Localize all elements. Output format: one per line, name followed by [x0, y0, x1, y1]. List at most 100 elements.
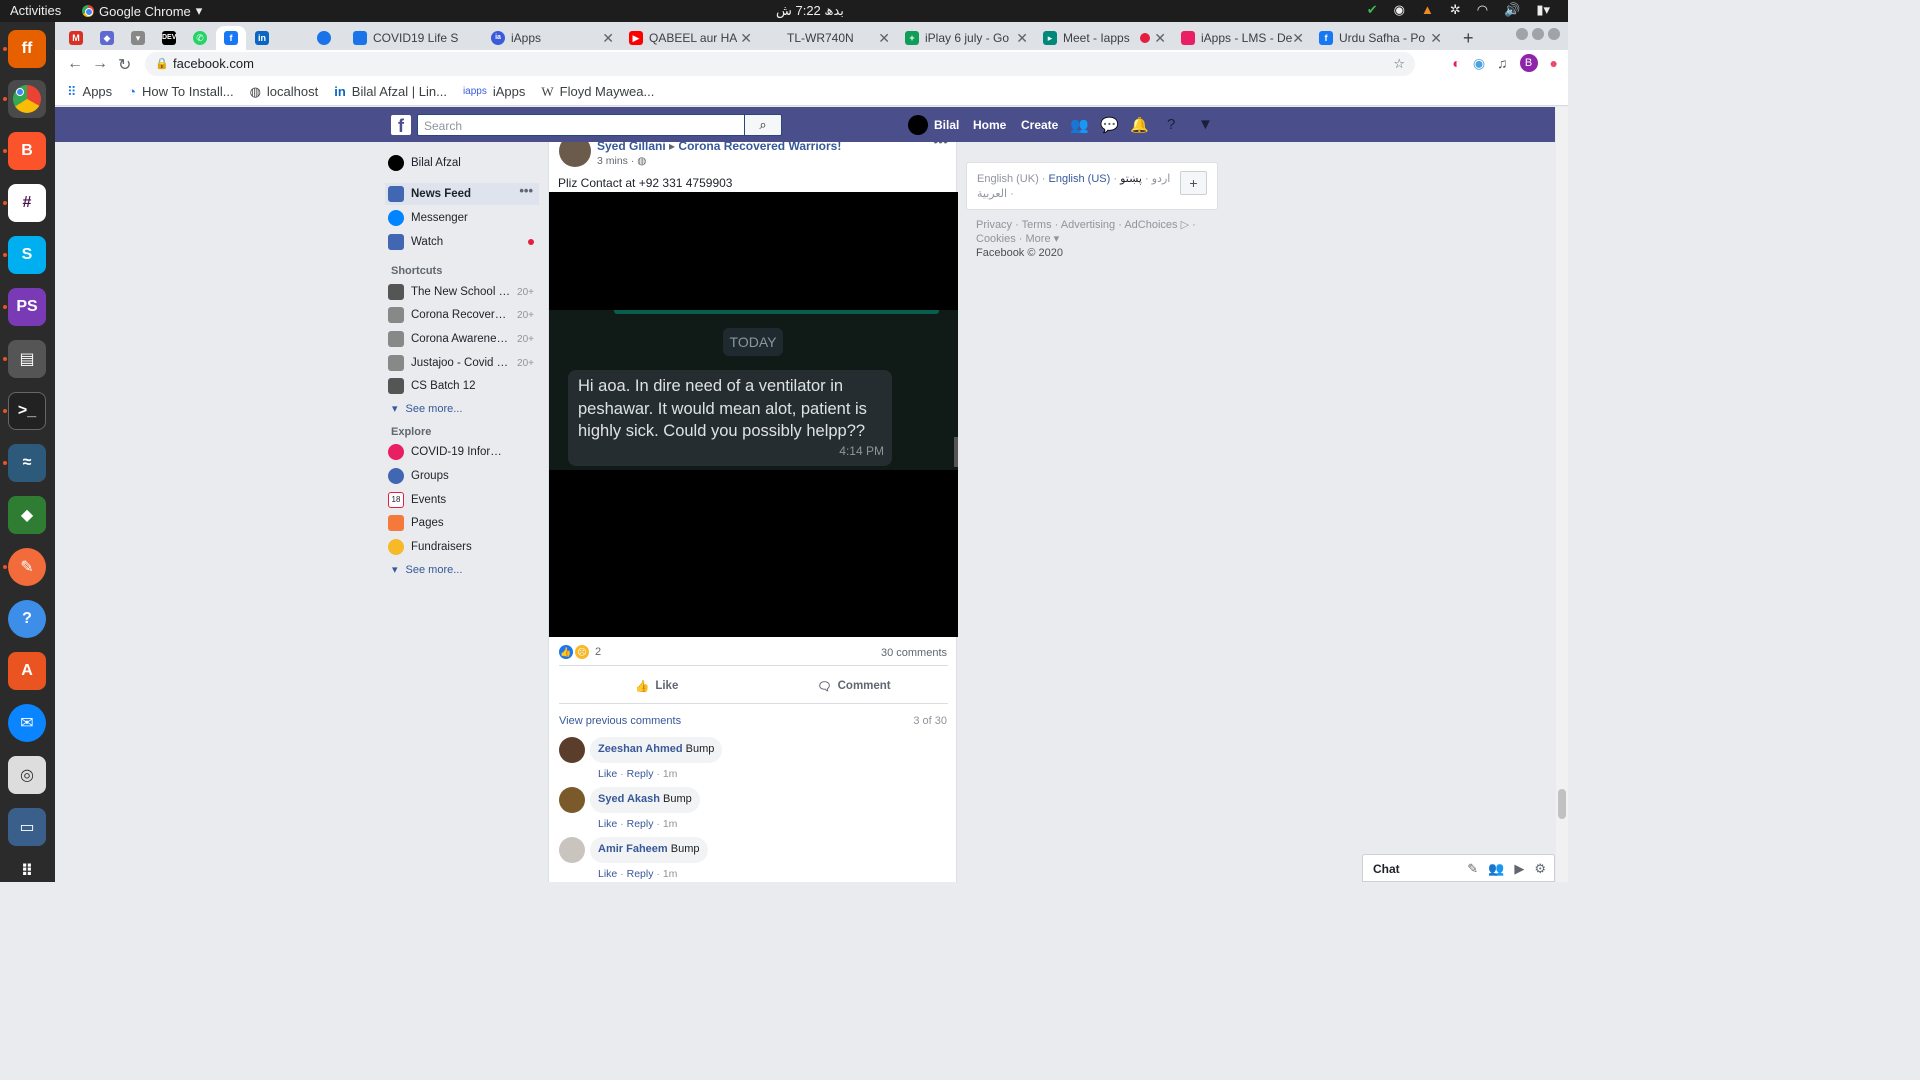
post-author[interactable]: Syed Gillani — [597, 142, 666, 153]
extension-moon-icon[interactable]: ◐ — [1452, 55, 1460, 71]
sidebar-item-profile[interactable]: Bilal Afzal — [388, 152, 540, 174]
settings-gear-icon[interactable]: ⚙ — [1534, 861, 1546, 877]
robo3t-icon[interactable]: ◆ — [8, 496, 46, 534]
commenter-avatar[interactable] — [559, 837, 585, 863]
terminal-icon[interactable]: >_ — [8, 392, 46, 430]
create-link[interactable]: Create — [1021, 107, 1058, 142]
video-call-icon[interactable]: ▶ — [1514, 861, 1524, 877]
lock-icon[interactable]: 🔒 — [155, 52, 169, 76]
new-tab-button[interactable]: + — [1455, 26, 1481, 50]
chat-bar[interactable]: Chat ✎ 👥 ▶ ⚙ — [1362, 854, 1555, 882]
search-input[interactable]: Search — [417, 114, 745, 136]
forward-icon[interactable]: → — [92, 55, 108, 73]
footer-links-line1[interactable]: Privacy · Terms · Advertising · AdChoice… — [976, 218, 1216, 232]
close-tab-icon[interactable]: ✕ — [1430, 30, 1442, 47]
slack-tray-icon[interactable]: ✲ — [1450, 2, 1461, 18]
chrome-menu-icon[interactable]: ● — [1550, 55, 1558, 71]
maximize-icon[interactable] — [1532, 28, 1544, 40]
tab-router[interactable]: TL-WR740N ✕ — [759, 26, 896, 50]
screen-icon[interactable]: ▭ — [8, 808, 46, 846]
language-english-us[interactable]: English (US) — [1049, 173, 1111, 185]
reaction-summary[interactable]: 👍 ☹ 2 — [559, 645, 601, 659]
check-icon[interactable]: ✔ — [1367, 2, 1378, 18]
sidebar-item-news-feed[interactable]: News Feed ••• — [385, 183, 539, 205]
tab-whatsapp[interactable]: ✆ — [185, 26, 215, 50]
author-avatar[interactable] — [559, 142, 591, 167]
back-icon[interactable]: ← — [67, 55, 83, 73]
post-image[interactable]: TODAY Hi aoa. In dire need of a ventilat… — [549, 192, 958, 637]
tab-lms[interactable]: iApps - LMS - De ✕ — [1173, 26, 1310, 50]
tab-linkedin[interactable]: in — [247, 26, 277, 50]
explore-item-fundraisers[interactable]: Fundraisers — [388, 536, 540, 558]
brave-icon[interactable]: B — [8, 132, 46, 170]
tab-globe[interactable] — [309, 26, 339, 50]
minimize-icon[interactable] — [1516, 28, 1528, 40]
help-icon[interactable]: ? — [8, 600, 46, 638]
tab-urdu-safha[interactable]: f Urdu Safha - Po ✕ — [1311, 26, 1448, 50]
app-menu[interactable]: Google Chrome ▾ — [82, 3, 202, 19]
page-scrollbar[interactable] — [1556, 107, 1568, 882]
commenter-name[interactable]: Amir Faheem — [598, 843, 668, 855]
star-icon[interactable]: ☆ — [1393, 52, 1405, 76]
clock[interactable]: بدھ 7:22 ش — [776, 3, 844, 19]
activities-button[interactable]: Activities — [10, 3, 61, 18]
new-group-icon[interactable]: 👥 — [1488, 861, 1504, 877]
mysql-workbench-icon[interactable]: ≈ — [8, 444, 46, 482]
bookmark-apps[interactable]: ⠿ Apps — [67, 84, 112, 100]
scrollbar-thumb[interactable] — [1558, 789, 1566, 819]
tab-blank[interactable] — [278, 26, 308, 50]
address-bar[interactable]: 🔒 facebook.com ☆ — [145, 52, 1415, 76]
explore-item-groups[interactable]: Groups — [388, 465, 540, 487]
more-options-icon[interactable]: ••• — [519, 183, 533, 198]
software-center-icon[interactable]: A — [8, 652, 46, 690]
tab-jira[interactable]: ◆ — [92, 26, 122, 50]
files-icon[interactable]: ▤ — [8, 340, 46, 378]
footer-links-line2[interactable]: Cookies · More ▾ — [976, 232, 1216, 246]
chrome-dock-icon[interactable] — [8, 80, 46, 118]
phpstorm-icon[interactable]: PS — [8, 288, 46, 326]
bookmark-linkedin[interactable]: in Bilal Afzal | Lin... — [334, 84, 447, 99]
home-link[interactable]: Home — [973, 107, 1006, 142]
wifi-icon[interactable]: ◠ — [1477, 2, 1488, 18]
facebook-logo-icon[interactable]: f — [391, 115, 411, 136]
tab-covid[interactable]: COVID19 Life S — [345, 26, 482, 50]
close-tab-icon[interactable]: ✕ — [1292, 30, 1304, 47]
close-tab-icon[interactable]: ✕ — [1016, 30, 1028, 47]
friend-requests-icon[interactable]: 👥 — [1070, 116, 1089, 134]
profile-avatar[interactable]: B — [1519, 54, 1538, 72]
obs-icon[interactable]: ◉ — [1394, 2, 1405, 18]
notifications-icon[interactable]: 🔔 — [1130, 116, 1149, 134]
comment-reply-link[interactable]: Reply — [627, 768, 654, 780]
search-icon[interactable]: ⌕ — [745, 114, 782, 136]
close-tab-icon[interactable]: ✕ — [602, 30, 614, 47]
tab-iapps[interactable]: ia iApps ✕ — [483, 26, 620, 50]
post-group[interactable]: Corona Recovered Warriors! — [678, 142, 841, 153]
extension-search-icon[interactable]: ◉ — [1473, 55, 1485, 72]
shortcut-item[interactable]: The New School L... 20+ — [388, 281, 540, 303]
language-english-uk[interactable]: English (UK) — [977, 173, 1039, 185]
commenter-name[interactable]: Zeeshan Ahmed — [598, 743, 683, 755]
post-options-icon[interactable]: ••• — [933, 142, 948, 149]
commenter-avatar[interactable] — [559, 737, 585, 763]
close-tab-icon[interactable]: ✕ — [740, 30, 752, 47]
comment-time[interactable]: 1m — [663, 818, 678, 830]
help-icon[interactable]: ? — [1167, 116, 1175, 133]
battery-icon[interactable]: ▮▾ — [1536, 2, 1550, 18]
comment-reply-link[interactable]: Reply — [627, 818, 654, 830]
post-timestamp[interactable]: 3 mins · — [597, 155, 637, 167]
language-urdu[interactable]: اردو — [1152, 173, 1171, 185]
account-menu-icon[interactable]: ▼ — [1198, 116, 1213, 133]
show-apps-icon[interactable]: ⠿ — [8, 852, 46, 890]
explore-item-covid[interactable]: COVID-19 Informat... — [388, 441, 540, 463]
reload-icon[interactable]: ↻ — [118, 55, 131, 75]
explore-item-pages[interactable]: Pages — [388, 512, 540, 534]
shortcut-item[interactable]: CS Batch 12 — [388, 375, 540, 397]
add-language-button[interactable]: + — [1180, 171, 1207, 195]
slack-icon[interactable]: # — [8, 184, 46, 222]
shortcut-item[interactable]: Justajoo - Covid M... 20+ — [388, 352, 540, 374]
profile-link[interactable]: Bilal — [908, 107, 959, 142]
tab-youtube[interactable]: ▶ QABEEL aur HA ✕ — [621, 26, 758, 50]
comment-like-link[interactable]: Like — [598, 818, 617, 830]
language-pashto[interactable]: پښتو — [1120, 173, 1142, 185]
skype-icon[interactable]: S — [8, 236, 46, 274]
